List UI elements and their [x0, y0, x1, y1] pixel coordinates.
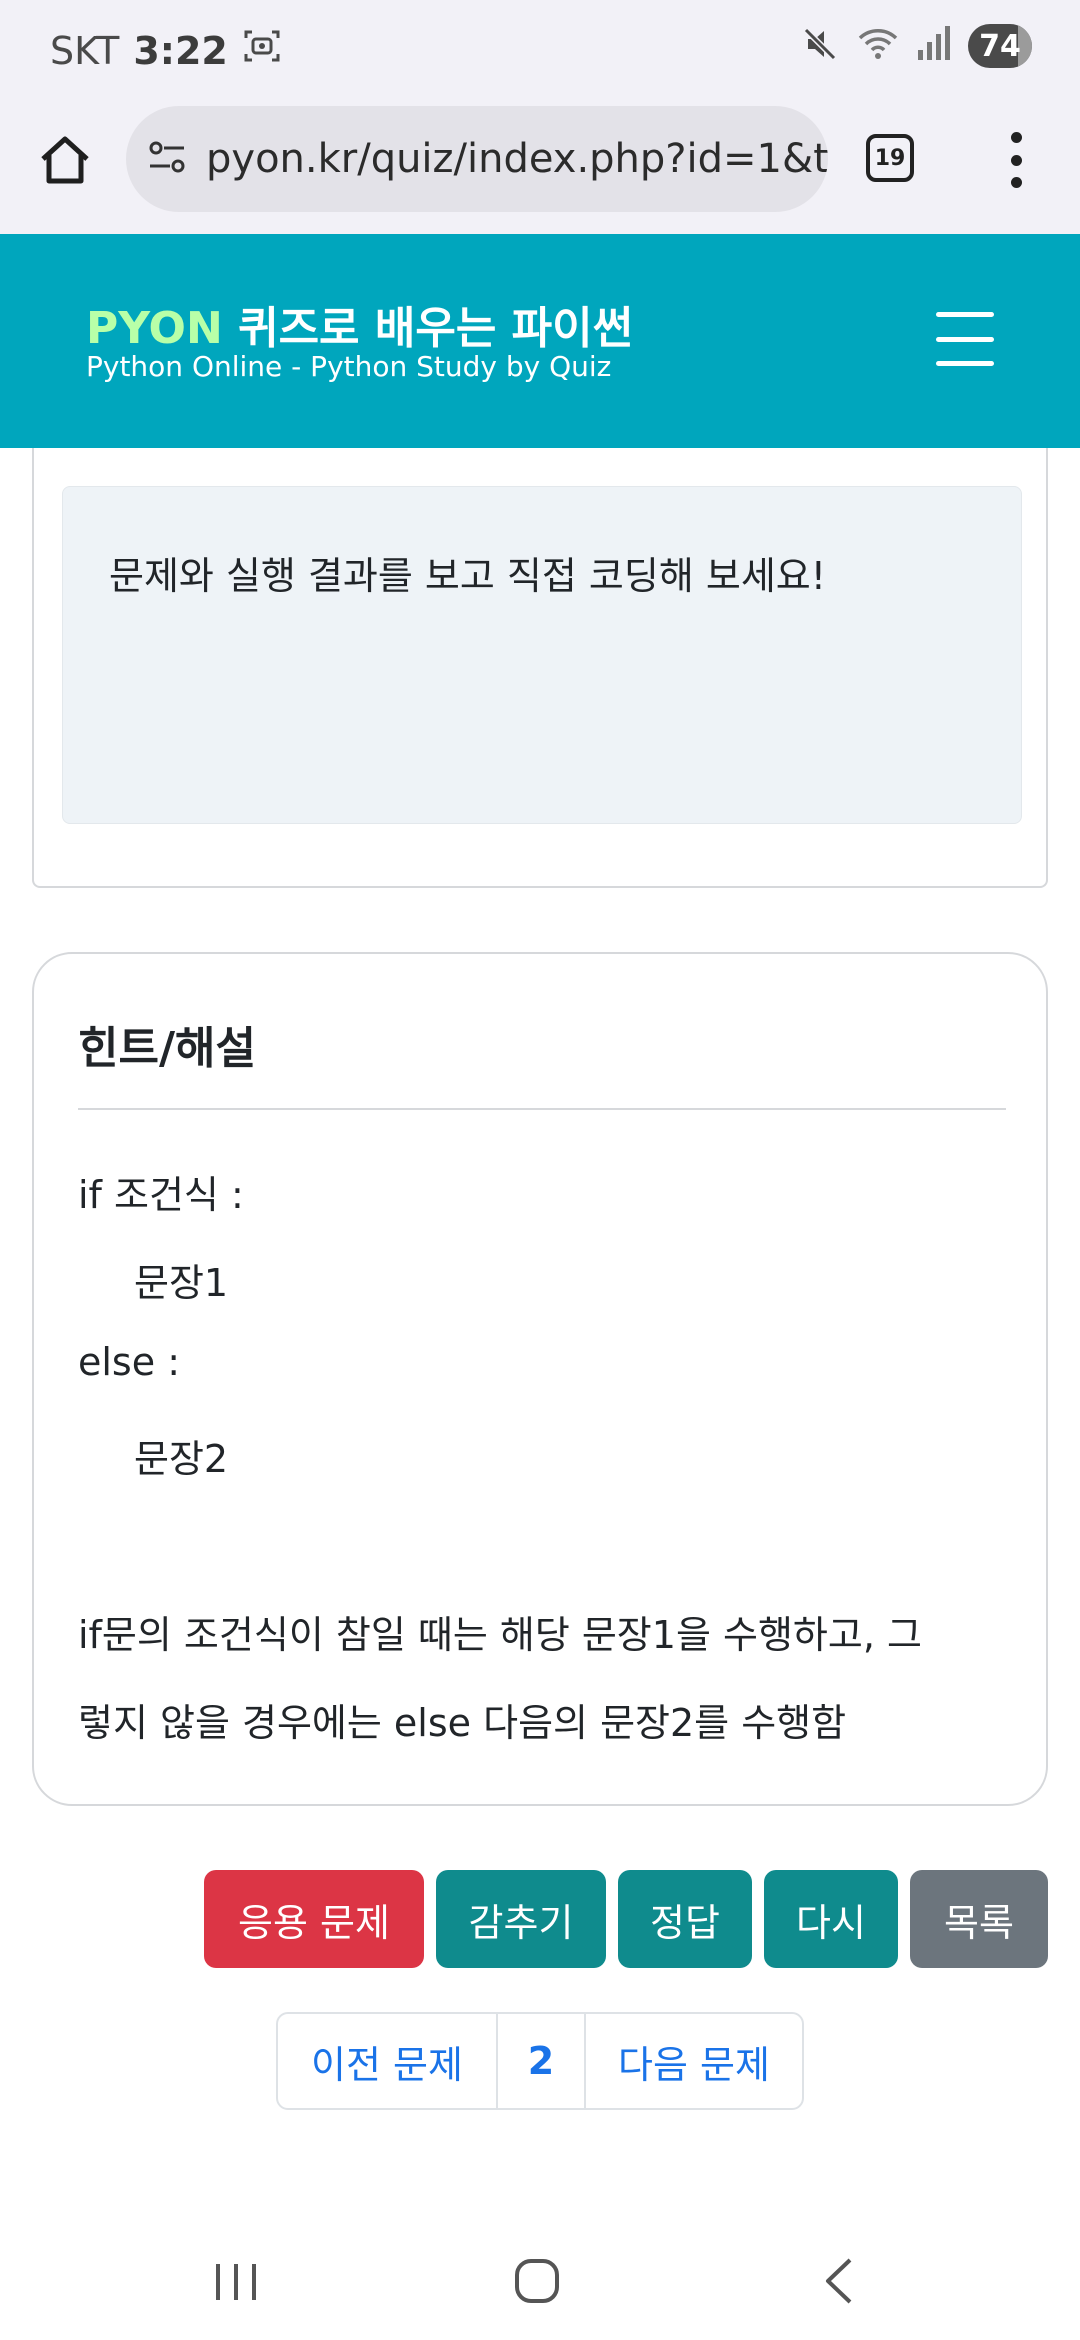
- site-settings-icon[interactable]: [146, 136, 188, 182]
- prev-problem-link[interactable]: 이전 문제: [278, 2014, 496, 2108]
- retry-button[interactable]: 다시: [764, 1870, 898, 1968]
- current-page[interactable]: 2: [496, 2014, 584, 2108]
- hint-title: 힌트/해설: [78, 1023, 256, 1074]
- hint-line: if문의 조건식이 참일 때는 해당 문장1을 수행하고, 그: [78, 1613, 922, 1657]
- hint-line: 문장2: [134, 1437, 229, 1481]
- hint-line: 렇지 않을 경우에는 else 다음의 문장2를 수행함: [78, 1701, 847, 1745]
- screenshot-icon: [242, 26, 282, 75]
- more-icon[interactable]: [1000, 128, 1032, 192]
- question-text: 문제와 실행 결과를 보고 직접 코딩해 보세요!: [109, 554, 826, 598]
- hint-line: 문장1: [134, 1261, 229, 1305]
- address-bar[interactable]: pyon.kr/quiz/index.php?id=1&ty: [126, 106, 828, 212]
- wifi-icon: [856, 24, 900, 68]
- site-header: PYON 퀴즈로 배우는 파이썬 Python Online - Python …: [0, 234, 1080, 448]
- back-icon[interactable]: [818, 2254, 858, 2312]
- browser-toolbar: pyon.kr/quiz/index.php?id=1&ty 19: [0, 102, 1080, 234]
- logo-title: 퀴즈로 배우는 파이썬: [222, 303, 634, 354]
- mute-icon: [800, 24, 840, 68]
- home-circle-icon[interactable]: [512, 2256, 562, 2310]
- carrier-label: SKT: [50, 28, 120, 73]
- signal-icon: [916, 24, 952, 68]
- status-right: 74: [800, 24, 1032, 68]
- url-text: pyon.kr/quiz/index.php?id=1&ty: [206, 136, 828, 182]
- question-card: 문제와 실행 결과를 보고 직접 코딩해 보세요!: [32, 400, 1048, 888]
- list-button[interactable]: 목록: [910, 1870, 1048, 1968]
- hamburger-menu-icon[interactable]: [936, 312, 994, 366]
- hint-card: 힌트/해설 if 조건식 : 문장1 else : 문장2 if문의 조건식이 …: [32, 952, 1048, 1806]
- site-logo[interactable]: PYON 퀴즈로 배우는 파이썬: [86, 292, 633, 356]
- status-left: SKT 3:22: [50, 26, 282, 75]
- answer-button[interactable]: 정답: [618, 1870, 752, 1968]
- hide-button[interactable]: 감추기: [436, 1870, 606, 1968]
- system-nav-bar: [0, 2190, 1080, 2340]
- hint-line: if 조건식 :: [78, 1173, 244, 1217]
- question-box: 문제와 실행 결과를 보고 직접 코딩해 보세요!: [62, 486, 1022, 824]
- pagination: 이전 문제 2 다음 문제: [276, 2012, 804, 2110]
- tabs-icon[interactable]: 19: [866, 134, 914, 182]
- hint-divider: [78, 1108, 1006, 1110]
- recent-apps-icon[interactable]: [212, 2260, 260, 2308]
- tab-count: 19: [874, 145, 906, 171]
- status-bar: SKT 3:22 74: [0, 0, 1080, 102]
- next-problem-link[interactable]: 다음 문제: [584, 2014, 802, 2108]
- battery-level: 74: [979, 28, 1021, 64]
- apply-problem-button[interactable]: 응용 문제: [204, 1870, 424, 1968]
- logo-subtitle: Python Online - Python Study by Quiz: [86, 350, 612, 383]
- hint-line: else :: [78, 1340, 180, 1384]
- home-icon[interactable]: [30, 126, 100, 196]
- clock: 3:22: [133, 28, 228, 73]
- logo-brand: PYON: [86, 303, 223, 354]
- battery-icon: 74: [968, 24, 1032, 68]
